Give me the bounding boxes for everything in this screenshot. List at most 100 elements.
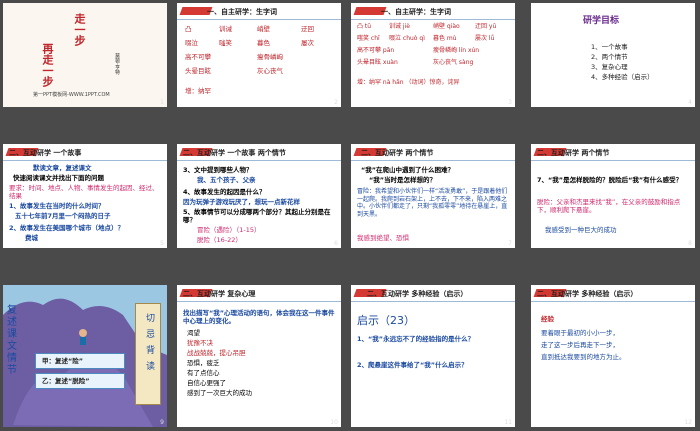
footer-text: 第一PPT模板网-WWW.1PPT.COM — [33, 92, 110, 98]
line: 五十七年前7月里一个闷热的日子 — [15, 212, 111, 220]
slide-7[interactable]: 二、互动研学 两个情节 “我”在爬山中遇到了什么困难？ “我”当时是怎样想的？ … — [351, 144, 515, 248]
slide-number: 12 — [684, 419, 692, 426]
word: 啜泣 chuò qì — [389, 35, 425, 42]
extra-word: 增：纳罕 nà hǎn （动词）惊奇，诧异 — [357, 79, 460, 86]
word: 头晕目眩 xuàn — [357, 59, 398, 66]
slide-number: 9 — [160, 419, 164, 426]
word: 高不可攀 — [185, 53, 211, 61]
slide-header: 二、互动研学 一个故事 — [9, 149, 82, 157]
word: 瘦骨嶙峋 — [257, 53, 283, 61]
tip-text: 切忌背读 — [145, 314, 155, 372]
slide-number: 11 — [504, 419, 512, 426]
word: 头晕目眩 — [185, 67, 211, 75]
line: 2、爬悬崖这件事给了“我”什么启示？ — [357, 361, 468, 369]
word: 凸 — [185, 25, 192, 33]
slide-6[interactable]: 二、互动研学 一个故事 两个情节 3、文中提到哪些人物？ 我、五个孩子、父亲 4… — [177, 144, 341, 248]
line: 恐惧，疲乏 — [187, 359, 220, 367]
line: 冒险：我希望和小伙伴们一样“活泼勇敢”，于是跟着他们一起爬。我爬到岩石架上，上不… — [357, 188, 508, 218]
word: 迂回 yū — [475, 23, 497, 30]
line: 费城 — [25, 234, 38, 242]
slide-4[interactable]: 研学目标 1、一个故事 2、两个情节 3、复杂心理 4、多种经验（启示） 4 — [531, 3, 695, 107]
line: 经验 — [541, 315, 554, 323]
title-line-2: 再走一步 — [41, 43, 54, 87]
slide-title: 研学目标 — [583, 16, 620, 26]
extra-word: 增：纳罕 — [185, 87, 211, 95]
slide-header: 二、互动研学 多种经验（启示） — [367, 290, 468, 298]
slide-header: 二、互动研学 两个情节 — [361, 149, 434, 157]
word: 嗤笑 — [219, 39, 232, 47]
slide-8[interactable]: 二、互动研学 两个情节 7、“我”是怎样脱险的？脱险后“我”有什么感受？ 脱险：… — [531, 144, 695, 248]
line: 脱险（16-22） — [197, 236, 242, 244]
word: 迂回 — [301, 25, 314, 33]
line: 默读文章，复述课文 — [33, 164, 92, 172]
line: 启示（23） — [357, 314, 415, 327]
slide-header: 二、互动研学 多种经验（启示） — [537, 290, 638, 298]
word: 灰心丧气 — [257, 67, 283, 75]
slide-number: 2 — [334, 99, 338, 106]
retell-button-b[interactable]: 乙：复述“脱险” — [35, 373, 125, 389]
author-name: 莫顿·亨特 — [114, 53, 120, 75]
side-text: 复述课文情节 — [7, 305, 17, 376]
retell-button-a[interactable]: 甲：复述“险” — [35, 353, 125, 369]
word: 凸 tū — [357, 23, 372, 30]
line: 脱险：父亲和杰里来找“我”，在父亲的鼓励和指点下，顺利爬下悬崖。 — [537, 198, 681, 214]
slide-number: 1 — [160, 99, 164, 106]
line: 快速阅读课文并找出下面的问题 — [13, 174, 104, 182]
line: 2、故事发生在美国哪个城市（地点）？ — [9, 224, 125, 232]
line: 4、故事发生的起因是什么？ — [183, 188, 266, 196]
line: 3、文中提到哪些人物？ — [183, 166, 253, 174]
line: 我感受到一种巨大的成功 — [545, 226, 617, 234]
word: 屡次 — [301, 39, 314, 47]
slide-number: 4 — [688, 99, 692, 106]
slide-3[interactable]: 一、自主研学：生字词 凸 tū 训诫 jiè 峭壁 qiào 迂回 yū 嗤笑 … — [351, 3, 515, 107]
slide-header: 二、互动研学 两个情节 — [537, 149, 610, 157]
word: 暮色 mù — [433, 35, 457, 42]
word: 训诫 jiè — [389, 23, 410, 30]
word: 峭壁 — [257, 25, 270, 33]
slide-1[interactable]: 走一步 再走一步 莫顿·亨特 第一PPT模板网-WWW.1PPT.COM 1 — [3, 3, 167, 107]
word: 啜泣 — [185, 39, 198, 47]
word: 灰心丧气 sàng — [433, 59, 474, 66]
slide-header: 二、互动研学 复杂心理 — [183, 290, 256, 298]
word: 峭壁 qiào — [433, 23, 460, 30]
slide-9[interactable]: 复述课文情节 切忌背读 甲：复述“险” 乙：复述“脱险” 9 — [3, 285, 167, 427]
goal-item: 4、多种经验（启示） — [591, 73, 654, 81]
line: 找出描写“我”心理活动的语句，体会我在这一件事件中心理上的变化。 — [183, 309, 335, 325]
slide-5[interactable]: 二、互动研学 一个故事 默读文章，复述课文 快速阅读课文并找出下面的问题 要求：… — [3, 144, 167, 248]
line: 冒险（遇险）（1-15） — [197, 226, 261, 234]
word: 高不可攀 pān — [357, 47, 395, 54]
line: 1、故事发生在当时的什么时间？ — [9, 202, 105, 210]
slide-12[interactable]: 二、互动研学 多种经验（启示） 经验 要着眼于最初的小小一步， 走了这一步后再走… — [531, 285, 695, 427]
goal-item: 1、一个故事 — [591, 43, 628, 51]
line: 5、故事情节可以分成哪两个部分？其起止分别是在哪？ — [183, 208, 331, 224]
line: “我”在爬山中遇到了什么困难？ — [361, 166, 455, 174]
slide-number: 8 — [688, 240, 692, 247]
line: 渴望 — [187, 329, 200, 337]
word: 瘦骨嶙峋 lín xún — [433, 47, 480, 54]
word: 嗤笑 chī — [357, 35, 380, 42]
line: 战战兢兢，提心吊胆 — [187, 349, 246, 357]
slide-11[interactable]: 二、互动研学 多种经验（启示） 启示（23） 1、“我”永远忘不了的经验指的是什… — [351, 285, 515, 427]
line: 走了这一步后再走下一步， — [541, 341, 619, 349]
title-line-1: 走一步 — [73, 13, 86, 46]
line: 自信心更强了 — [187, 379, 226, 387]
slide-2[interactable]: 一、自主研学：生字词 凸 训诫 峭壁 迂回 啜泣 嗤笑 暮色 屡次 高不可攀 瘦… — [177, 3, 341, 107]
slide-number: 6 — [334, 240, 338, 247]
line: 因为玩弹子游戏玩厌了，想玩一点新花样 — [183, 198, 300, 206]
goal-item: 3、复杂心理 — [591, 63, 628, 71]
slide-header: 一、自主研学：生字词 — [381, 8, 451, 16]
word: 暮色 — [257, 39, 270, 47]
slide-header: 二、互动研学 一个故事 两个情节 — [183, 149, 286, 157]
slide-number: 3 — [508, 99, 512, 106]
slide-10[interactable]: 二、互动研学 复杂心理 找出描写“我”心理活动的语句，体会我在这一件事件中心理上… — [177, 285, 341, 427]
line: 直到抵达我要到的地方为止。 — [541, 353, 626, 361]
slide-number: 7 — [508, 240, 512, 247]
slide-number: 10 — [330, 419, 338, 426]
line: 我感到绝望、恐惧 — [357, 234, 409, 242]
slide-header: 一、自主研学：生字词 — [207, 8, 277, 16]
line: 要求：时间、地点、人物、事情发生的起因、经过、结果 — [9, 184, 159, 200]
line: 1、“我”永远忘不了的经验指的是什么？ — [357, 335, 475, 343]
line: 感到了一次巨大的成功 — [187, 389, 252, 397]
line: 犹豫不决 — [187, 339, 213, 347]
line: “我”当时是怎样想的？ — [369, 176, 437, 184]
